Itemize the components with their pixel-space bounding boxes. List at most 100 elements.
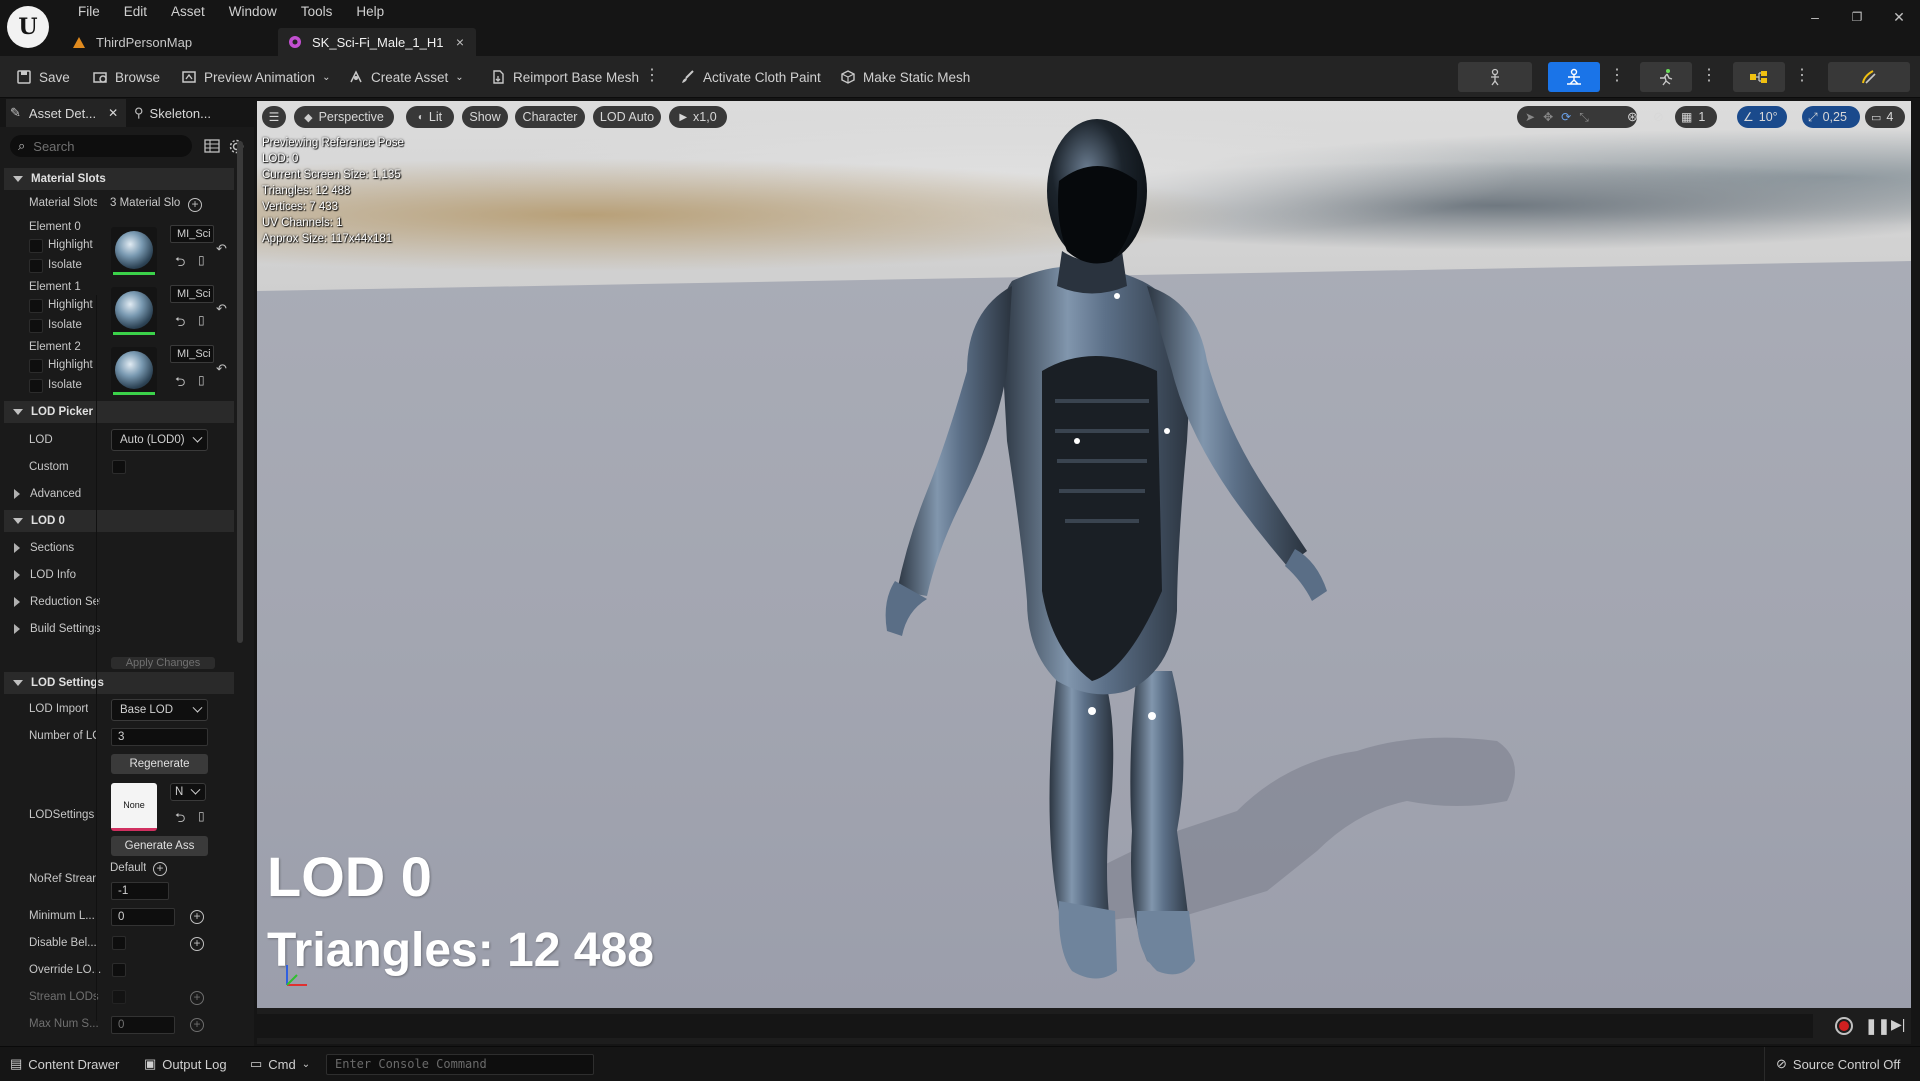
custom-checkbox[interactable] [112, 460, 126, 474]
section-build-settings[interactable]: Build Settings [4, 618, 100, 640]
tab-skeletal-mesh[interactable]: SK_Sci-Fi_Male_1_H1 × [278, 28, 476, 56]
noref-streaming-input[interactable]: -1 [111, 882, 169, 900]
close-tab-icon[interactable]: × [456, 34, 464, 50]
cmd-dropdown[interactable]: ▭ Cmd ⌄ [250, 1055, 310, 1073]
material-picker[interactable]: MI_Sci [170, 345, 214, 363]
menu-edit[interactable]: Edit [112, 3, 159, 21]
regenerate-button[interactable]: Regenerate [111, 754, 208, 774]
mesh-mode-button[interactable] [1548, 62, 1600, 92]
lit-mode-dropdown[interactable]: ◐ Lit [406, 106, 454, 128]
blueprint-mode-options-icon[interactable]: ⋮ [1794, 66, 1810, 86]
max-num-streamed-input[interactable]: 0 [111, 1016, 175, 1034]
world-local-toggle-icon[interactable]: ⊛ [1627, 106, 1645, 128]
disable-below-checkbox[interactable] [112, 936, 126, 950]
minimum-lod-input[interactable]: 0 [111, 908, 175, 926]
add-platform-override-icon[interactable]: + [190, 910, 204, 924]
step-forward-button[interactable]: ▶| [1891, 1016, 1905, 1033]
make-static-mesh-button[interactable]: Make Static Mesh [840, 65, 970, 89]
generate-asset-button[interactable]: Generate Ass [111, 836, 208, 856]
show-dropdown[interactable]: Show [462, 106, 508, 128]
browse-asset-icon[interactable]: ▯ [198, 253, 212, 267]
lod-import-dropdown[interactable]: Base LOD [111, 699, 208, 721]
isolate-checkbox[interactable] [29, 319, 43, 333]
physics-mode-button[interactable] [1828, 62, 1910, 92]
output-log-button[interactable]: ▣ Output Log [144, 1055, 227, 1073]
tab-thirdpersonmap[interactable]: ThirdPersonMap [62, 28, 278, 56]
menu-window[interactable]: Window [217, 3, 289, 21]
record-button[interactable] [1835, 1017, 1853, 1035]
scale-icon[interactable]: ⤡ [1579, 110, 1589, 125]
highlight-checkbox[interactable] [29, 299, 43, 313]
section-advanced[interactable]: Advanced [4, 483, 234, 505]
lodsettings-picker[interactable]: N [170, 783, 206, 801]
minimize-button[interactable]: – [1800, 4, 1830, 30]
section-lod-picker[interactable]: LOD Picker [4, 401, 234, 423]
skeleton-mode-button[interactable] [1458, 62, 1532, 92]
surface-snap-icon[interactable]: ⊘ [1653, 106, 1671, 128]
reset-to-default-icon[interactable]: ↶ [216, 361, 230, 376]
viewport-options-button[interactable]: ☰ [262, 106, 286, 128]
playback-speed-dropdown[interactable]: ▶ x1,0 [669, 106, 727, 128]
source-control-button[interactable]: ⊘ Source Control Off [1776, 1055, 1900, 1073]
content-drawer-button[interactable]: ▤ Content Drawer [10, 1055, 119, 1073]
material-thumbnail[interactable] [111, 227, 157, 275]
add-platform-override-icon[interactable]: + [190, 1018, 204, 1032]
activate-cloth-paint-button[interactable]: Activate Cloth Paint [680, 65, 821, 89]
section-reduction-settings[interactable]: Reduction Settings [4, 591, 100, 613]
reimport-options-icon[interactable]: ⋮ [644, 66, 660, 86]
add-platform-override-icon[interactable]: + [190, 991, 204, 1005]
use-selected-icon[interactable]: ⮌ [175, 809, 189, 825]
animation-mode-button[interactable] [1640, 62, 1692, 92]
rotate-icon[interactable]: ⟳ [1561, 110, 1571, 124]
add-material-slot-icon[interactable]: + [188, 198, 202, 212]
grid-snap-button[interactable]: ▦ 1 [1675, 106, 1717, 128]
unreal-logo-icon[interactable]: U [7, 6, 49, 48]
use-selected-icon[interactable]: ⮌ [175, 313, 189, 329]
animation-mode-options-icon[interactable]: ⋮ [1701, 66, 1717, 86]
isolate-checkbox[interactable] [29, 379, 43, 393]
stream-lods-checkbox[interactable] [112, 990, 126, 1004]
number-of-lods-input[interactable]: 3 [111, 728, 208, 746]
move-icon[interactable]: ✥ [1543, 110, 1553, 124]
preview-animation-dropdown[interactable]: Preview Animation ⌄ [181, 65, 330, 89]
table-view-icon[interactable] [204, 139, 220, 153]
timeline-track[interactable] [257, 1014, 1813, 1038]
reimport-button[interactable]: Reimport Base Mesh [490, 65, 639, 89]
panel-scrollbar[interactable] [237, 141, 243, 643]
search-input[interactable]: ⌕ Search [10, 135, 192, 157]
add-platform-override-icon[interactable]: + [190, 937, 204, 951]
tab-skeleton-tree[interactable]: ⚲ Skeleton... [130, 99, 250, 127]
material-picker[interactable]: MI_Sci [170, 225, 214, 243]
create-asset-dropdown[interactable]: Create Asset ⌄ [348, 65, 464, 89]
character-dropdown[interactable]: Character [515, 106, 585, 128]
menu-file[interactable]: File [66, 3, 112, 21]
lod-dropdown[interactable]: Auto (LOD0) [111, 429, 208, 451]
save-button[interactable]: Save [16, 65, 70, 89]
material-thumbnail[interactable] [111, 287, 157, 335]
pause-button[interactable]: ❚❚ [1865, 1017, 1890, 1035]
menu-asset[interactable]: Asset [159, 3, 217, 21]
perspective-dropdown[interactable]: ◆ Perspective [294, 106, 394, 128]
highlight-checkbox[interactable] [29, 239, 43, 253]
select-icon[interactable]: ➤ [1525, 110, 1535, 124]
lod-auto-dropdown[interactable]: LOD Auto [593, 106, 661, 128]
blueprint-mode-button[interactable] [1733, 62, 1785, 92]
material-picker[interactable]: MI_Sci [170, 285, 214, 303]
menu-help[interactable]: Help [344, 3, 396, 21]
browse-asset-icon[interactable]: ▯ [198, 809, 212, 823]
lodsettings-thumbnail[interactable]: None [111, 783, 157, 831]
browse-asset-icon[interactable]: ▯ [198, 313, 212, 327]
override-lod-checkbox[interactable] [112, 963, 126, 977]
section-lod-settings[interactable]: LOD Settings [4, 672, 234, 694]
viewport[interactable]: ☰ ◆ Perspective ◐ Lit Show Character LOD A… [257, 101, 1911, 1008]
console-command-input[interactable]: Enter Console Command [326, 1054, 594, 1075]
isolate-checkbox[interactable] [29, 259, 43, 273]
reset-to-default-icon[interactable]: ↶ [216, 241, 230, 256]
mesh-mode-options-icon[interactable]: ⋮ [1609, 66, 1625, 86]
reset-to-default-icon[interactable]: ↶ [216, 301, 230, 316]
menu-tools[interactable]: Tools [289, 3, 345, 21]
tab-asset-details[interactable]: ✎ Asset Det... ✕ [6, 99, 126, 127]
material-thumbnail[interactable] [111, 347, 157, 395]
browse-button[interactable]: Browse [92, 65, 160, 89]
section-material-slots[interactable]: Material Slots [4, 168, 234, 190]
